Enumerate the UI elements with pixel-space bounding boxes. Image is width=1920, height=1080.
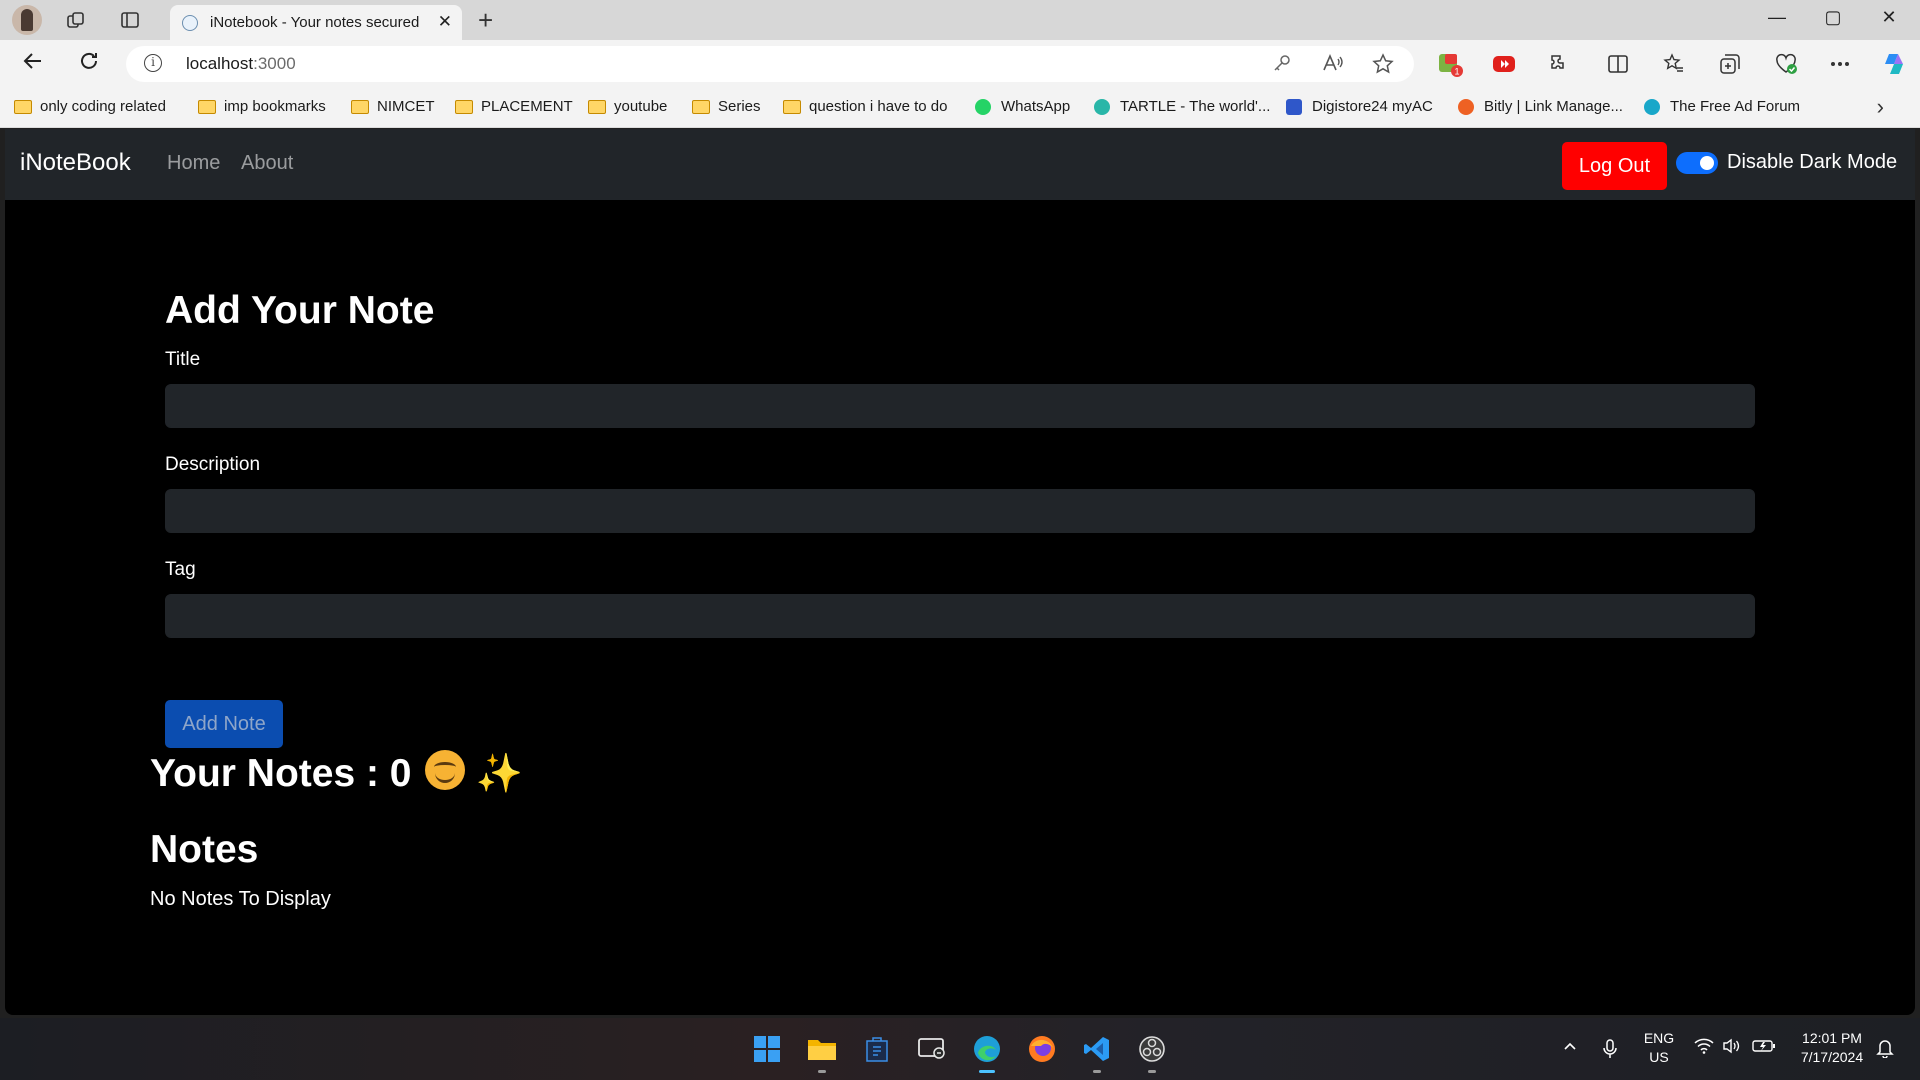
copilot-icon[interactable]	[1880, 50, 1908, 78]
browser-essentials-icon[interactable]	[1772, 50, 1800, 78]
windows-taskbar: ENG US 12:01 PM 7/17/2024	[0, 1018, 1920, 1080]
url-bar[interactable]: i localhost:3000	[126, 46, 1414, 82]
collections-icon[interactable]	[1716, 50, 1744, 78]
maximize-button[interactable]: ▢	[1810, 7, 1856, 28]
extensions-icon[interactable]	[1544, 50, 1572, 78]
youtube-extension-icon[interactable]	[1490, 50, 1518, 78]
wifi-icon[interactable]	[1694, 1038, 1714, 1059]
language-indicator[interactable]: ENG US	[1641, 1029, 1677, 1067]
tag-label: Tag	[165, 559, 196, 580]
svg-text:1: 1	[1454, 67, 1459, 77]
description-input[interactable]	[165, 489, 1755, 533]
workspaces-icon[interactable]	[62, 6, 90, 34]
dark-mode-toggle[interactable]	[1676, 152, 1718, 174]
notes-section-heading: Notes	[150, 828, 259, 871]
bookmark-folder[interactable]: only coding related	[14, 98, 166, 115]
firefox-icon[interactable]	[1025, 1032, 1059, 1066]
store-app-icon[interactable]	[860, 1032, 894, 1066]
notification-bell-icon[interactable]	[1876, 1038, 1894, 1063]
tab-close-icon[interactable]: ✕	[438, 12, 452, 32]
vertical-tabs-icon[interactable]	[116, 6, 144, 34]
edge-browser-icon[interactable]	[970, 1032, 1004, 1073]
folder-icon	[14, 99, 32, 114]
favorite-star-icon[interactable]	[1372, 53, 1394, 81]
browser-tab-bar: iNotebook - Your notes secured on the cl…	[0, 0, 1920, 40]
smiling-face-icon	[425, 750, 466, 800]
app-navbar: iNoteBook Home About Log Out Disable Dar…	[5, 129, 1915, 200]
bookmark-folder[interactable]: NIMCET	[351, 98, 435, 115]
bookmark-folder[interactable]: youtube	[588, 98, 667, 115]
site-info-icon[interactable]: i	[144, 54, 162, 72]
logout-button[interactable]: Log Out	[1562, 142, 1667, 190]
notes-count-heading: Your Notes : 0 ✨	[150, 750, 523, 800]
title-label: Title	[165, 349, 201, 370]
whatsapp-icon	[975, 98, 991, 115]
address-bar-row: i localhost:3000 1	[0, 40, 1920, 88]
dev-home-icon[interactable]	[915, 1032, 949, 1066]
start-windows-icon[interactable]	[750, 1032, 784, 1066]
nav-link-home[interactable]: Home	[167, 152, 220, 175]
brand-logo[interactable]: iNoteBook	[20, 149, 131, 177]
add-note-button[interactable]: Add Note	[165, 700, 283, 748]
battery-icon[interactable]	[1752, 1038, 1776, 1059]
minimize-button[interactable]: —	[1754, 7, 1800, 28]
title-input[interactable]	[165, 384, 1755, 428]
tag-input[interactable]	[165, 594, 1755, 638]
bookmark-whatsapp[interactable]: WhatsApp	[975, 98, 1070, 115]
bookmarks-bar: only coding related imp bookmarks NIMCET…	[0, 88, 1920, 128]
nav-link-about[interactable]: About	[241, 152, 293, 175]
password-key-icon[interactable]	[1272, 53, 1292, 79]
folder-icon	[198, 99, 216, 114]
profile-avatar[interactable]	[12, 5, 42, 35]
folder-icon	[351, 99, 369, 114]
extension-badge-icon[interactable]: 1	[1436, 50, 1464, 78]
bookmark-tartle[interactable]: TARTLE - The world'...	[1094, 98, 1270, 115]
new-tab-button[interactable]: +	[478, 5, 493, 36]
favorites-icon[interactable]	[1660, 50, 1688, 78]
dark-mode-label: Disable Dark Mode	[1727, 151, 1898, 173]
bookmark-folder[interactable]: question i have to do	[783, 98, 947, 115]
bookmark-folder[interactable]: Series	[692, 98, 761, 115]
bookmark-folder[interactable]: PLACEMENT	[455, 98, 573, 115]
reload-icon[interactable]	[78, 50, 100, 78]
digistore-icon	[1286, 98, 1302, 115]
clock[interactable]: 12:01 PM 7/17/2024	[1788, 1029, 1876, 1067]
volume-icon[interactable]	[1722, 1038, 1740, 1059]
bookmark-bitly[interactable]: Bitly | Link Manage...	[1458, 98, 1623, 115]
page-viewport: iNoteBook Home About Log Out Disable Dar…	[5, 129, 1915, 1015]
bookmark-free-ad-forum[interactable]: The Free Ad Forum	[1644, 98, 1800, 115]
close-window-button[interactable]: ✕	[1866, 7, 1912, 28]
folder-icon	[588, 99, 606, 114]
chevron-up-icon[interactable]	[1562, 1038, 1578, 1059]
sparkles-icon: ✨	[475, 753, 523, 795]
tab-title: iNotebook - Your notes secured on the cl…	[210, 14, 420, 31]
obs-studio-icon[interactable]	[1135, 1032, 1169, 1073]
split-screen-icon[interactable]	[1604, 50, 1632, 78]
add-note-heading: Add Your Note	[165, 289, 435, 332]
free-ad-forum-icon	[1644, 98, 1660, 115]
tartle-icon	[1094, 98, 1110, 115]
folder-icon	[455, 99, 473, 114]
folder-icon	[783, 99, 801, 114]
bookmark-folder[interactable]: imp bookmarks	[198, 98, 326, 115]
bookmark-digistore[interactable]: Digistore24 myAC	[1286, 98, 1433, 115]
empty-notes-message: No Notes To Display	[150, 888, 331, 910]
bitly-icon	[1458, 98, 1474, 115]
microphone-icon[interactable]	[1602, 1038, 1618, 1065]
tab-favicon-icon	[182, 15, 198, 31]
active-tab[interactable]: iNotebook - Your notes secured on the cl…	[170, 5, 462, 40]
more-menu-icon[interactable]	[1826, 50, 1854, 78]
notes-count-text: Your Notes : 0	[150, 752, 412, 795]
read-aloud-icon[interactable]	[1322, 53, 1344, 79]
chevron-right-icon[interactable]: ›	[1877, 94, 1884, 120]
vscode-icon[interactable]	[1080, 1032, 1114, 1073]
back-icon[interactable]	[22, 50, 44, 78]
url-text[interactable]: localhost:3000	[186, 54, 296, 74]
folder-icon	[692, 99, 710, 114]
description-label: Description	[165, 454, 261, 475]
file-explorer-icon[interactable]	[805, 1032, 839, 1073]
